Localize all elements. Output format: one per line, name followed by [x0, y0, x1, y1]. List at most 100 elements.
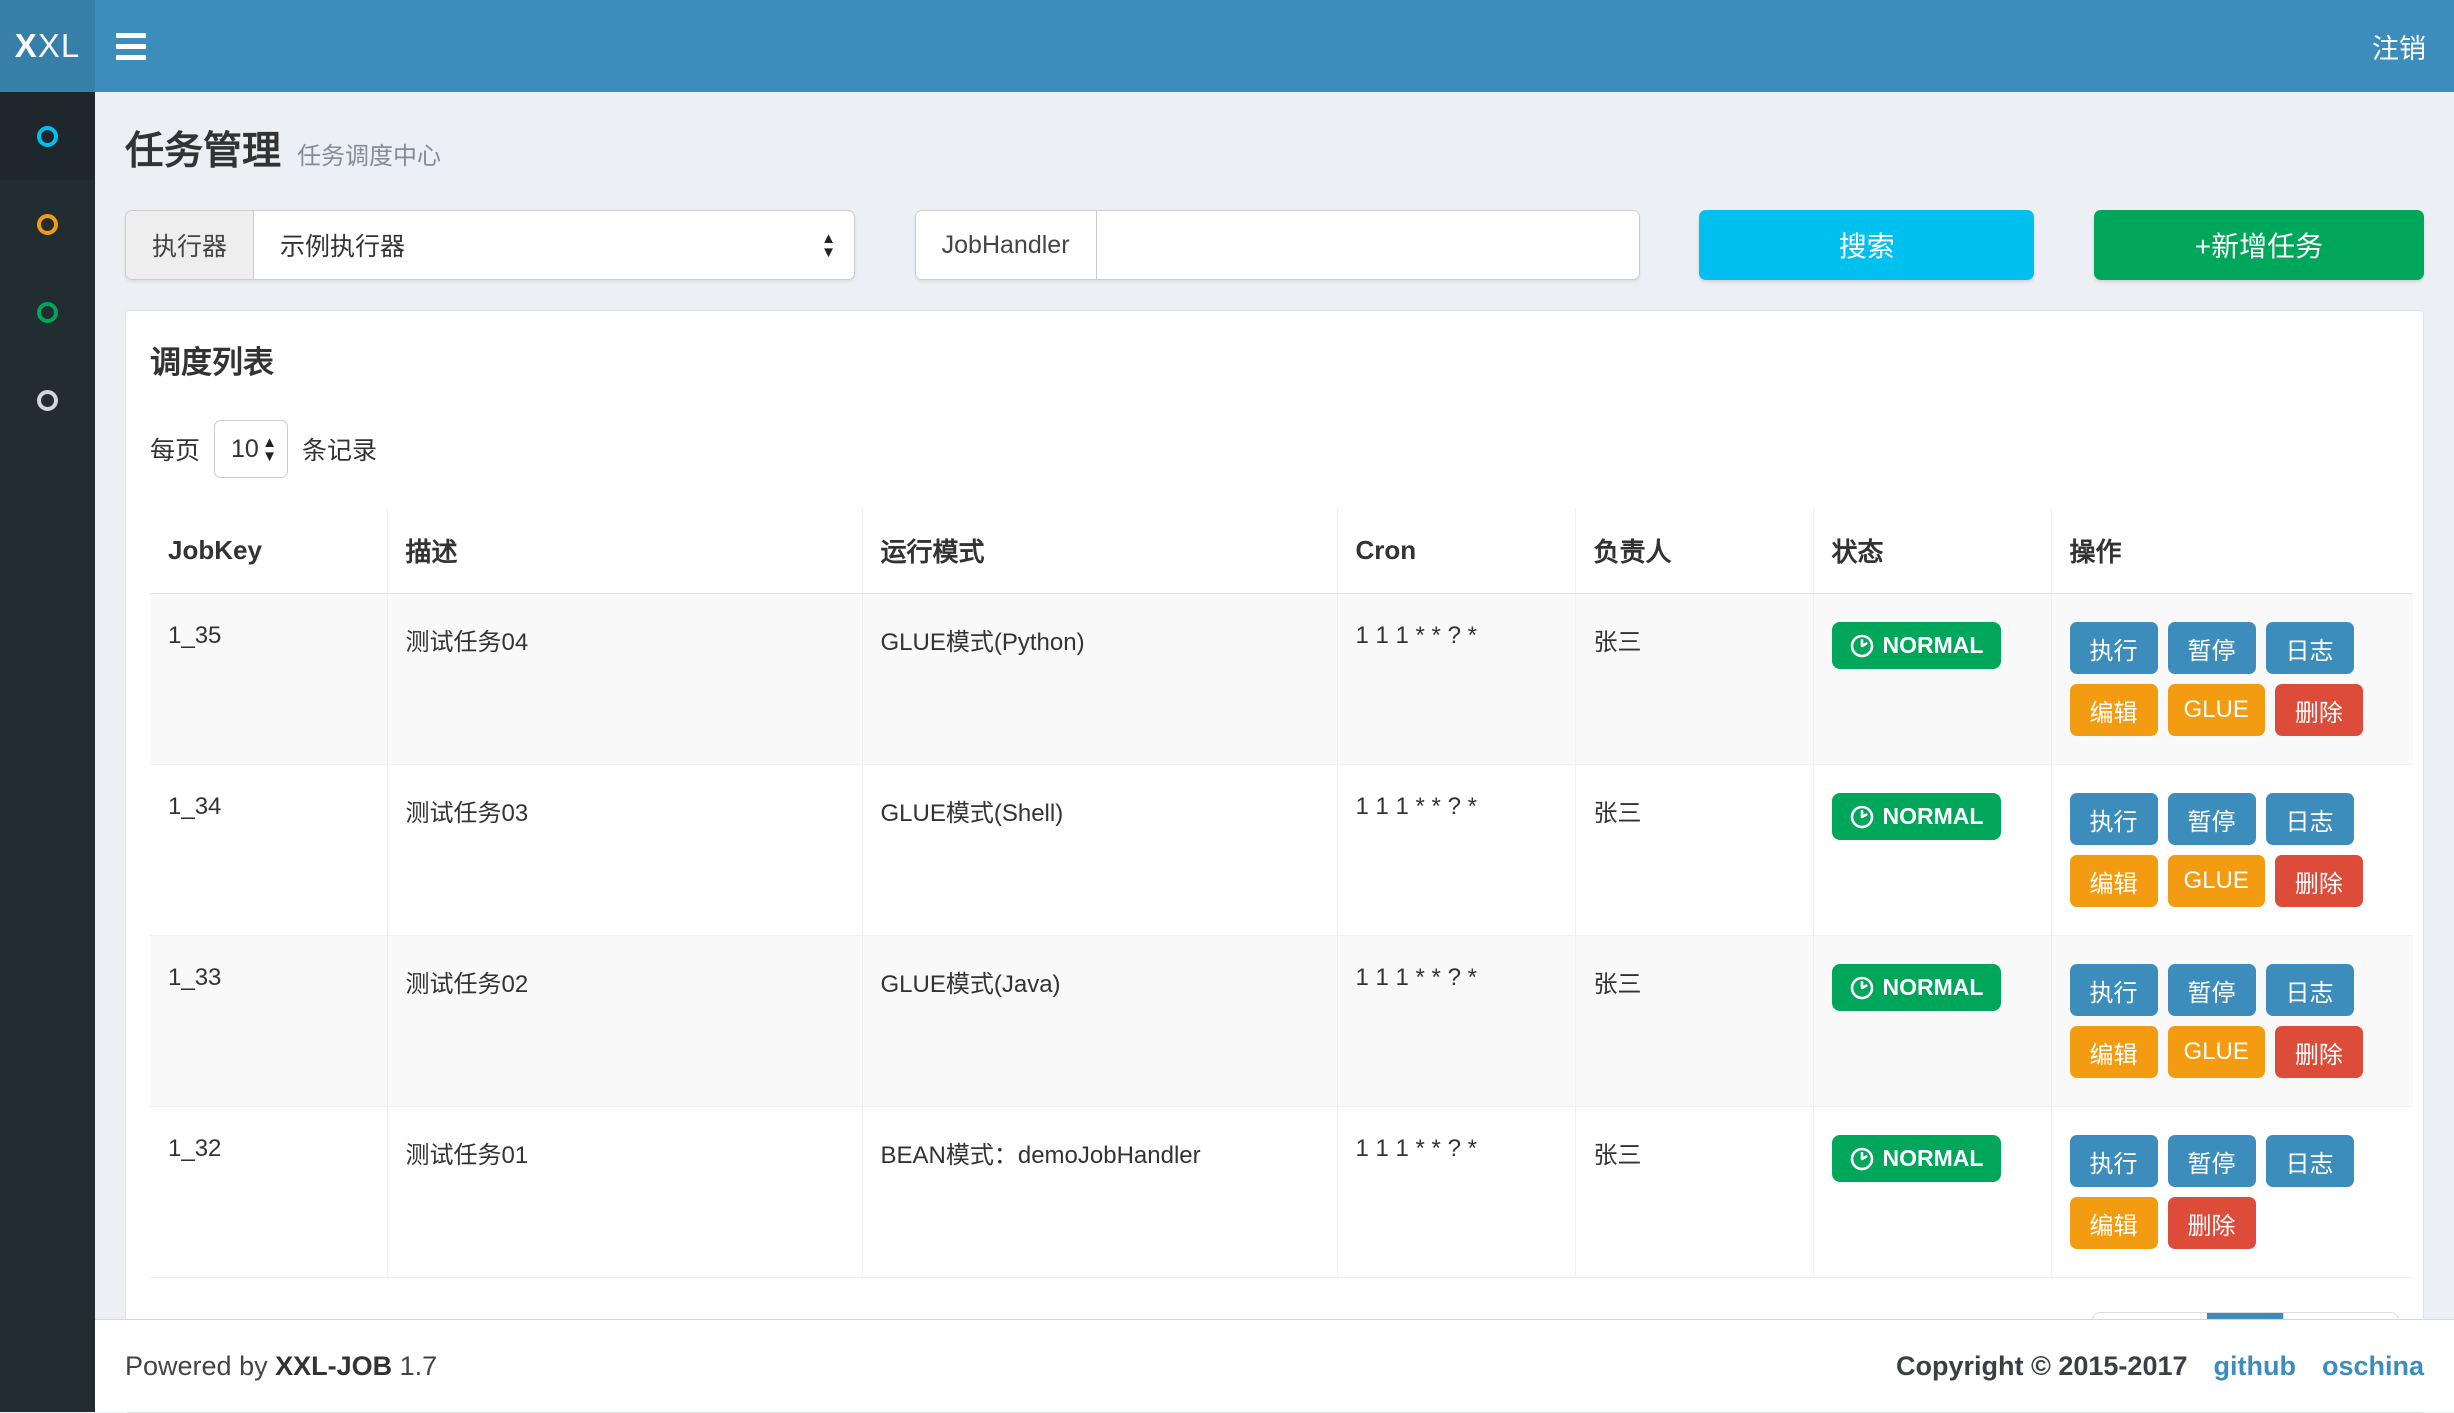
sidebar-toggle-button[interactable]: [95, 0, 167, 92]
sidebar-item-executor-manage[interactable]: [0, 268, 95, 356]
cell-ops: 执行 暂停 日志 编辑 删除: [2051, 1107, 2413, 1278]
glue-button[interactable]: GLUE: [2168, 684, 2265, 736]
status-text: NORMAL: [1883, 1145, 1984, 1172]
app-logo[interactable]: XXL: [0, 0, 95, 92]
pause-button[interactable]: 暂停: [2168, 1135, 2256, 1187]
clock-icon: [1850, 634, 1874, 658]
edit-button[interactable]: 编辑: [2070, 684, 2158, 736]
status-text: NORMAL: [1883, 632, 1984, 659]
sidebar-item-job-manage[interactable]: [0, 92, 95, 180]
circle-icon: [37, 126, 58, 147]
cell-owner: 张三: [1575, 765, 1813, 936]
status-text: NORMAL: [1883, 803, 1984, 830]
status-badge: NORMAL: [1832, 622, 2002, 669]
col-header-desc: 描述: [387, 508, 862, 594]
jobhandler-filter-group: JobHandler: [915, 210, 1640, 280]
hamburger-icon: [116, 55, 146, 60]
table-row: 1_35 测试任务04 GLUE模式(Python) 1 1 1 * * ? *…: [150, 594, 2413, 765]
status-badge: NORMAL: [1832, 1135, 2002, 1182]
pause-button[interactable]: 暂停: [2168, 622, 2256, 674]
executor-label: 执行器: [126, 211, 254, 279]
edit-button[interactable]: 编辑: [2070, 1026, 2158, 1078]
delete-button[interactable]: 删除: [2275, 1026, 2363, 1078]
cell-desc: 测试任务01: [387, 1107, 862, 1278]
select-arrows-icon: ▲▼: [262, 435, 277, 463]
executor-filter-group: 执行器 示例执行器 ▲▼: [125, 210, 855, 280]
circle-icon: [37, 390, 58, 411]
cell-mode: BEAN模式：demoJobHandler: [862, 1107, 1337, 1278]
edit-button[interactable]: 编辑: [2070, 1197, 2158, 1249]
cell-status: NORMAL: [1813, 936, 2051, 1107]
run-button[interactable]: 执行: [2070, 1135, 2158, 1187]
cell-jobkey: 1_35: [150, 594, 387, 765]
logo-text-bold: X: [15, 27, 38, 65]
cell-owner: 张三: [1575, 1107, 1813, 1278]
product-name: XXL-JOB: [275, 1351, 392, 1381]
sidebar-item-dispatch-log[interactable]: [0, 180, 95, 268]
hamburger-icon: [116, 44, 146, 49]
jobhandler-input[interactable]: [1097, 211, 1639, 279]
delete-button[interactable]: 删除: [2275, 684, 2363, 736]
col-header-jobkey: JobKey: [150, 508, 387, 594]
logout-link[interactable]: 注销: [2372, 0, 2426, 92]
run-button[interactable]: 执行: [2070, 622, 2158, 674]
executor-select[interactable]: 示例执行器 ▲▼: [254, 211, 854, 279]
hamburger-icon: [116, 33, 146, 38]
cell-status: NORMAL: [1813, 1107, 2051, 1278]
powered-by: Powered by XXL-JOB 1.7: [125, 1351, 437, 1382]
oschina-link[interactable]: oschina: [2322, 1351, 2424, 1382]
cell-mode: GLUE模式(Python): [862, 594, 1337, 765]
cell-ops: 执行 暂停 日志 编辑 GLUE 删除: [2051, 594, 2413, 765]
circle-icon: [37, 214, 58, 235]
top-navbar: XXL 注销: [0, 0, 2454, 92]
add-job-button[interactable]: +新增任务: [2094, 210, 2424, 280]
table-row: 1_32 测试任务01 BEAN模式：demoJobHandler 1 1 1 …: [150, 1107, 2413, 1278]
github-link[interactable]: github: [2214, 1351, 2296, 1382]
logo-text-light: XL: [38, 27, 80, 65]
cell-desc: 测试任务04: [387, 594, 862, 765]
cell-ops: 执行 暂停 日志 编辑 GLUE 删除: [2051, 765, 2413, 936]
select-arrows-icon: ▲▼: [821, 231, 836, 259]
cell-jobkey: 1_33: [150, 936, 387, 1107]
pause-button[interactable]: 暂停: [2168, 793, 2256, 845]
cell-status: NORMAL: [1813, 594, 2051, 765]
log-button[interactable]: 日志: [2266, 964, 2354, 1016]
run-button[interactable]: 执行: [2070, 793, 2158, 845]
cell-owner: 张三: [1575, 936, 1813, 1107]
page-header: 任务管理 任务调度中心: [125, 92, 2424, 176]
jobhandler-label: JobHandler: [916, 211, 1097, 279]
cell-desc: 测试任务03: [387, 765, 862, 936]
log-button[interactable]: 日志: [2266, 793, 2354, 845]
search-button[interactable]: 搜索: [1699, 210, 2034, 280]
pause-button[interactable]: 暂停: [2168, 964, 2256, 1016]
cell-cron: 1 1 1 * * ? *: [1337, 594, 1575, 765]
cell-status: NORMAL: [1813, 765, 2051, 936]
cell-mode: GLUE模式(Shell): [862, 765, 1337, 936]
delete-button[interactable]: 删除: [2275, 855, 2363, 907]
table-row: 1_33 测试任务02 GLUE模式(Java) 1 1 1 * * ? * 张…: [150, 936, 2413, 1107]
table-header-row: JobKey 描述 运行模式 Cron 负责人 状态 操作: [150, 508, 2413, 594]
glue-button[interactable]: GLUE: [2168, 1026, 2265, 1078]
run-button[interactable]: 执行: [2070, 964, 2158, 1016]
col-header-ops: 操作: [2051, 508, 2413, 594]
powered-prefix: Powered by: [125, 1351, 268, 1381]
product-version: 1.7: [400, 1351, 438, 1381]
delete-button[interactable]: 删除: [2168, 1197, 2256, 1249]
footer-right: Copyright © 2015-2017 github oschina: [1896, 1351, 2424, 1382]
cell-owner: 张三: [1575, 594, 1813, 765]
executor-selected-value: 示例执行器: [280, 227, 405, 263]
edit-button[interactable]: 编辑: [2070, 855, 2158, 907]
page-title: 任务管理: [125, 120, 281, 176]
log-button[interactable]: 日志: [2266, 1135, 2354, 1187]
log-button[interactable]: 日志: [2266, 622, 2354, 674]
page-size-select[interactable]: 10 ▲▼: [214, 420, 288, 478]
page-size-value: 10: [231, 435, 259, 464]
jobs-table: JobKey 描述 运行模式 Cron 负责人 状态 操作 1_35 测试任务0…: [150, 508, 2413, 1278]
glue-button[interactable]: GLUE: [2168, 855, 2265, 907]
cell-desc: 测试任务02: [387, 936, 862, 1107]
clock-icon: [1850, 1147, 1874, 1171]
clock-icon: [1850, 805, 1874, 829]
page-footer: Powered by XXL-JOB 1.7 Copyright © 2015-…: [95, 1319, 2454, 1412]
col-header-mode: 运行模式: [862, 508, 1337, 594]
sidebar-item-help[interactable]: [0, 356, 95, 444]
